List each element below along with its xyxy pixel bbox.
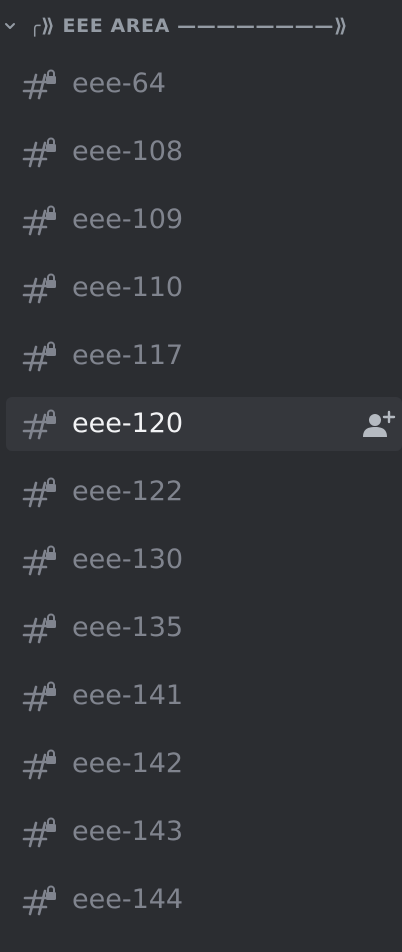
channel-name: eee-142 [72, 748, 184, 779]
locked-text-channel-icon [22, 817, 58, 849]
channel-name: eee-135 [72, 612, 184, 643]
channel-item-partial[interactable] [6, 941, 402, 952]
channel-item[interactable]: eee-117 [6, 329, 402, 383]
create-invite-icon[interactable] [362, 409, 396, 439]
chevron-down-icon[interactable] [3, 19, 17, 33]
channel-item-selected[interactable]: eee-120 [6, 397, 402, 451]
channel-name: eee-130 [72, 544, 184, 575]
locked-text-channel-icon [22, 885, 58, 917]
locked-text-channel-icon [22, 273, 58, 305]
channel-name: eee-109 [72, 204, 184, 235]
locked-text-channel-icon [22, 409, 58, 441]
channel-name: eee-143 [72, 816, 184, 847]
locked-text-channel-icon [22, 749, 58, 781]
channel-name: eee-120 [72, 408, 184, 439]
channel-item[interactable]: eee-142 [6, 737, 402, 791]
channel-item[interactable]: eee-64 [6, 57, 402, 111]
locked-text-channel-icon [22, 341, 58, 373]
channel-item[interactable]: eee-135 [6, 601, 402, 655]
locked-text-channel-icon [22, 681, 58, 713]
locked-text-channel-icon [22, 613, 58, 645]
category-header[interactable]: ╭⟫ EEE AREA ————————⟫ [0, 8, 402, 44]
channel-sidebar: ╭⟫ EEE AREA ————————⟫ eee-64 eee-108 eee… [0, 0, 402, 952]
channel-name: eee-110 [72, 272, 184, 303]
locked-text-channel-icon [22, 477, 58, 509]
channel-item[interactable]: eee-144 [6, 873, 402, 927]
channel-name: eee-117 [72, 340, 184, 371]
channel-item[interactable]: eee-109 [6, 193, 402, 247]
channel-name: eee-64 [72, 68, 166, 99]
category-name: ╭⟫ EEE AREA ————————⟫ [29, 15, 349, 37]
locked-text-channel-icon [22, 69, 58, 101]
channel-item[interactable]: eee-130 [6, 533, 402, 587]
channel-item[interactable]: eee-143 [6, 805, 402, 859]
channel-name: eee-141 [72, 680, 184, 711]
channel-item[interactable]: eee-122 [6, 465, 402, 519]
locked-text-channel-icon [22, 205, 58, 237]
channel-name: eee-108 [72, 136, 184, 167]
channel-name: eee-144 [72, 884, 184, 915]
channel-item[interactable]: eee-108 [6, 125, 402, 179]
channel-item[interactable]: eee-141 [6, 669, 402, 723]
locked-text-channel-icon [22, 137, 58, 169]
locked-text-channel-icon [22, 545, 58, 577]
channel-item[interactable]: eee-110 [6, 261, 402, 315]
channel-name: eee-122 [72, 476, 184, 507]
